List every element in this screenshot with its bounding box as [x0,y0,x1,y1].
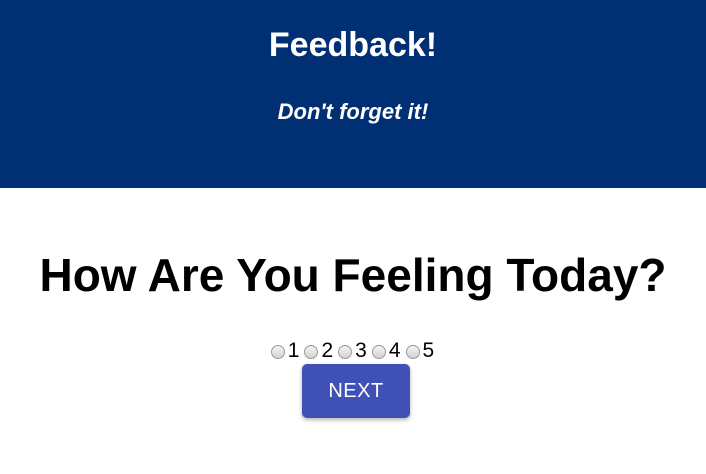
rating-option-1[interactable]: 1 [269,339,303,363]
rating-radio-3[interactable] [338,345,353,359]
rating-label-4: 4 [388,339,401,362]
rating-label-1: 1 [287,339,300,362]
rating-option-4[interactable]: 4 [370,339,404,363]
rating-option-5[interactable]: 5 [404,339,438,363]
rating-option-2[interactable]: 2 [302,339,336,363]
rating-label-2: 2 [321,339,334,362]
page-title: Feedback! [268,26,438,64]
rating-radio-group: 1 2 3 4 5 [0,338,706,364]
rating-radio-1[interactable] [270,345,285,359]
page-subtitle: Don't forget it! [277,99,429,124]
next-button[interactable]: NEXT [302,364,410,418]
header-banner: Feedback! Don't forget it! [0,0,706,188]
rating-label-5: 5 [422,339,435,362]
rating-option-3[interactable]: 3 [336,339,370,363]
rating-radio-5[interactable] [405,345,420,359]
rating-label-3: 3 [355,339,367,362]
rating-radio-4[interactable] [371,345,386,359]
survey-question: How Are You Feeling Today? [39,249,667,301]
rating-radio-2[interactable] [304,345,319,359]
